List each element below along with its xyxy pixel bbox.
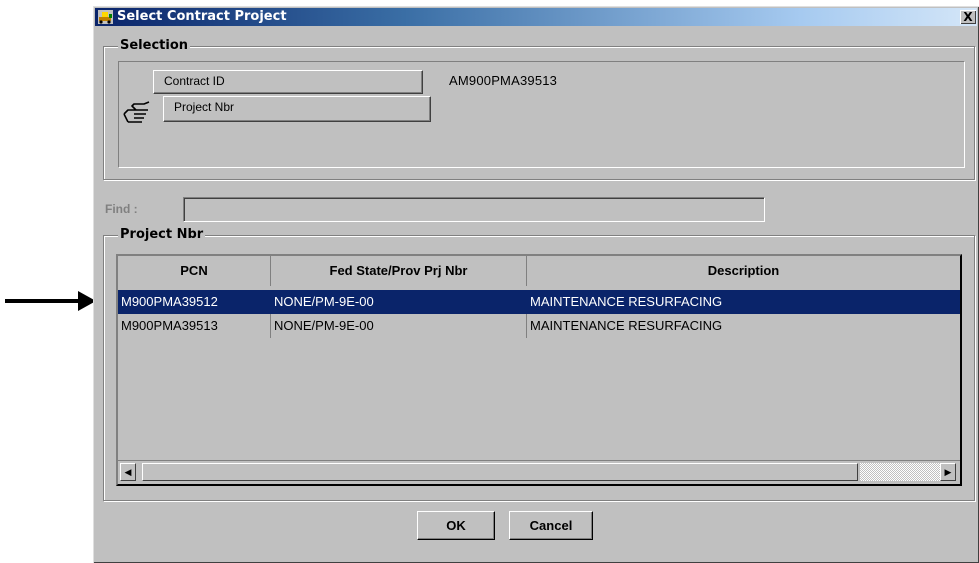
- selection-group-label: Selection: [118, 38, 191, 53]
- column-header-fed-state-prov-prj-nbr[interactable]: Fed State/Prov Prj Nbr: [271, 256, 527, 286]
- pointing-hand-icon: [123, 101, 150, 123]
- cell-pcn: M900PMA39512: [121, 294, 218, 309]
- column-header-pcn[interactable]: PCN: [118, 256, 271, 286]
- find-label: Find :: [105, 202, 138, 216]
- ok-button[interactable]: OK: [417, 511, 495, 540]
- cell-description: MAINTENANCE RESURFACING: [530, 318, 723, 333]
- scroll-right-icon[interactable]: ▶: [940, 463, 956, 481]
- window-title: Select Contract Project: [117, 9, 287, 24]
- project-nbr-group-label: Project Nbr: [118, 227, 206, 242]
- cell-fed-state-prov-prj-nbr: NONE/PM-9E-00: [274, 294, 374, 309]
- contract-id-button[interactable]: Contract ID: [153, 70, 423, 94]
- cell-fed-state-prov-prj-nbr: NONE/PM-9E-00: [271, 314, 527, 338]
- pointer-arrow-shaft: [5, 299, 81, 303]
- table-row[interactable]: M900PMA39512 NONE/PM-9E-00 MAINTENANCE R…: [118, 290, 960, 314]
- title-bar[interactable]: Select Contract Project X: [95, 8, 977, 26]
- column-header-description[interactable]: Description: [527, 256, 960, 286]
- project-nbr-button[interactable]: Project Nbr: [163, 96, 431, 122]
- scroll-thumb[interactable]: [142, 463, 858, 481]
- scroll-left-icon[interactable]: ◀: [120, 463, 136, 481]
- horizontal-scrollbar[interactable]: ◀ ▶: [118, 460, 960, 484]
- app-icon: [98, 10, 113, 24]
- scroll-track[interactable]: [860, 463, 940, 481]
- project-grid: PCN Fed State/Prov Prj Nbr Description M…: [116, 254, 962, 486]
- cell-description: MAINTENANCE RESURFACING: [530, 294, 723, 309]
- contract-id-value: AM900PMA39513: [449, 73, 558, 88]
- table-row[interactable]: M900PMA39513 NONE/PM-9E-00 MAINTENANCE R…: [118, 314, 960, 338]
- cell-pcn: M900PMA39513: [118, 314, 271, 338]
- selection-panel: Contract ID AM900PMA39513 Project Nbr: [118, 61, 965, 168]
- select-contract-project-dialog: Select Contract Project X Selection Cont…: [93, 6, 979, 563]
- close-button[interactable]: X: [960, 10, 976, 24]
- cancel-button[interactable]: Cancel: [509, 511, 593, 540]
- find-input[interactable]: [183, 197, 765, 222]
